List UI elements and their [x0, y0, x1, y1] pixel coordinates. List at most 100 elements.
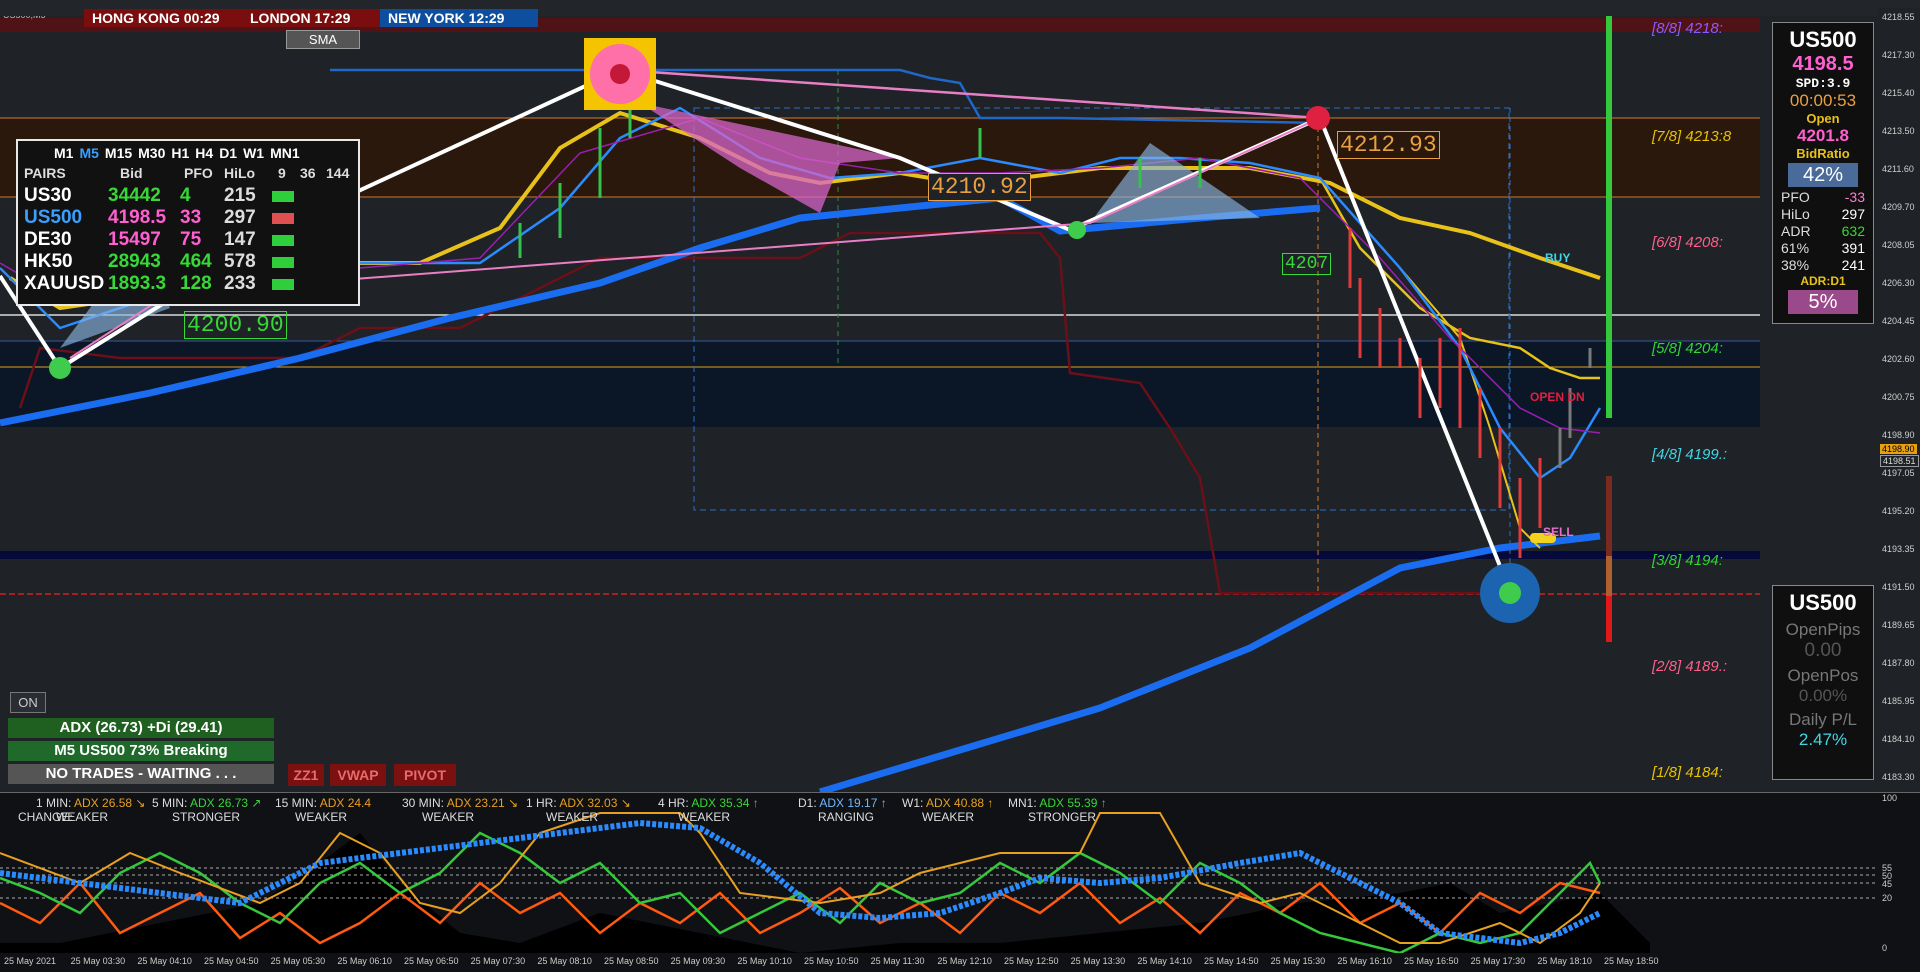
pl-symbol: US500	[1789, 590, 1857, 615]
pair-hilo: 215	[224, 185, 256, 206]
murrey-level-1: [7/8] 4213:8	[1652, 128, 1732, 145]
pair-row[interactable]: US30 34442 4 215	[24, 185, 354, 207]
price-label-mid: 4210.92	[928, 173, 1031, 201]
trend-cell	[272, 235, 294, 246]
timeframe-row: M1 M5 M15 M30 H1 H4 D1 W1 MN1	[54, 145, 306, 163]
adx-tf-0: 1 MIN: ADX 26.58 ↘	[36, 796, 145, 810]
sma-button[interactable]: SMA	[286, 30, 360, 49]
timeframe-3[interactable]: M30	[138, 145, 165, 161]
current-price-marker: 4198.90	[1880, 444, 1917, 454]
time-tick: 25 May 2021	[4, 956, 57, 966]
price-tick: 4213.50	[1882, 126, 1915, 136]
adx-value: ADX 55.39	[1039, 796, 1098, 810]
stat-row: HiLo 297	[1781, 206, 1865, 223]
pair-row[interactable]: HK50 28943 464 578	[24, 251, 354, 273]
time-tick: 25 May 07:30	[470, 956, 526, 966]
zz1-button[interactable]: ZZ1	[288, 764, 324, 786]
time-tick: 25 May 16:50	[1404, 956, 1459, 966]
stat-key: ADR	[1781, 223, 1811, 239]
adx-arrow-icon: ↑	[987, 796, 994, 810]
main-price-chart[interactable]: US500,M5 4200.90 4210.92 4212.93 4207 BU…	[0, 8, 1879, 792]
clock-2: NEW YORK 12:29	[380, 9, 538, 27]
adx-value: ADX 40.88	[926, 796, 985, 810]
adx-value: ADX 19.17	[819, 796, 878, 810]
stat-key: 61%	[1781, 240, 1810, 256]
symbol-info-panel: US500 4198.5 SPD:3.9 00:00:53 Open 4201.…	[1772, 22, 1874, 324]
adx-value: ADX 32.03	[559, 796, 618, 810]
adx-tf-7: W1: ADX 40.88 ↑	[902, 796, 993, 810]
stat-key: 38%	[1781, 257, 1810, 273]
pair-row[interactable]: XAUUSD 1893.3 128 233	[24, 273, 354, 295]
pl-openpos-label: OpenPos	[1787, 666, 1859, 685]
adx-state-5: WEAKER	[678, 810, 731, 824]
timeframe-2[interactable]: M15	[105, 145, 132, 161]
adx-arrow-icon: ↑	[880, 796, 887, 810]
info-bidratio-value: 42%	[1788, 163, 1858, 187]
adx-value: ADX 24.4	[319, 796, 372, 810]
vwap-button[interactable]: VWAP	[330, 764, 386, 786]
adx-tf-label: 15 MIN:	[275, 796, 318, 810]
time-tick: 25 May 11:30	[870, 956, 925, 966]
pair-bid: 15497	[108, 229, 161, 250]
pivot-button[interactable]: PIVOT	[394, 764, 456, 786]
price-tick: 4184.10	[1882, 734, 1915, 744]
time-tick: 25 May 13:30	[1070, 956, 1126, 966]
adx-value: ADX 35.34	[691, 796, 750, 810]
time-tick: 25 May 04:10	[137, 956, 192, 966]
adx-indicator-panel[interactable]: 1 MIN: ADX 26.58 ↘ WEAKER 5 MIN: ADX 26.73…	[0, 792, 1920, 972]
trend-cell	[272, 213, 294, 224]
pair-pfo: 128	[180, 273, 212, 294]
stat-value: 632	[1841, 223, 1865, 239]
timeframe-4[interactable]: H1	[171, 145, 189, 161]
timeframe-6[interactable]: D1	[219, 145, 237, 161]
time-tick: 25 May 06:10	[337, 956, 392, 966]
murrey-level-5: [3/8] 4194:	[1652, 552, 1723, 569]
info-adr-pct: 5%	[1788, 290, 1858, 314]
trend-cell	[272, 191, 294, 202]
time-tick: 25 May 10:50	[804, 956, 859, 966]
timeframe-5[interactable]: H4	[195, 145, 213, 161]
adx-tf-label: 5 MIN:	[152, 796, 188, 810]
murrey-level-6: [2/8] 4189.:	[1652, 658, 1728, 675]
price-tick: 4217.30	[1882, 50, 1915, 60]
change-label: CHANGE:	[18, 810, 73, 824]
adx-state-8: STRONGER	[1028, 810, 1097, 824]
adx-arrow-icon: ↗	[251, 796, 262, 810]
pairs-header: PAIRS Bid PFO HiLo 9 36 144	[24, 165, 350, 181]
adx-state-7: WEAKER	[922, 810, 975, 824]
pl-panel: US500 OpenPips 0.00 OpenPos 0.00% Daily …	[1772, 585, 1874, 780]
adx-tf-label: 4 HR:	[658, 796, 689, 810]
pair-row[interactable]: DE30 15497 75 147	[24, 229, 354, 251]
murrey-level-4: [4/8] 4199.:	[1652, 446, 1728, 463]
time-tick: 25 May 04:50	[204, 956, 259, 966]
info-bid: 4198.5	[1792, 53, 1854, 75]
indicator-tick: 45	[1882, 879, 1893, 889]
price-label-right: 4212.93	[1337, 131, 1440, 159]
time-tick: 25 May 12:10	[937, 956, 992, 966]
murrey-level-2: [6/8] 4208:	[1652, 234, 1723, 251]
price-tick: 4206.30	[1882, 278, 1915, 288]
price-tick: 4208.05	[1882, 240, 1915, 250]
price-tick: 4202.60	[1882, 354, 1915, 364]
pair-row[interactable]: US500 4198.5 33 297	[24, 207, 354, 229]
adx-tf-3: 30 MIN: ADX 23.21 ↘	[402, 796, 518, 810]
time-tick: 25 May 17:30	[1470, 956, 1526, 966]
pair-pfo: 4	[180, 185, 191, 206]
stat-value: 391	[1841, 240, 1865, 256]
on-toggle[interactable]: ON	[10, 692, 46, 713]
pl-openpips-value: 0.00	[1804, 640, 1842, 661]
time-tick: 25 May 08:50	[604, 956, 659, 966]
timeframe-0[interactable]: M1	[54, 145, 73, 161]
price-tick: 4183.30	[1882, 772, 1915, 782]
adx-state-6: RANGING	[818, 810, 875, 824]
timeframe-1[interactable]: M5	[79, 145, 98, 161]
adx-tf-4: 1 HR: ADX 32.03 ↘	[526, 796, 631, 810]
price-tick: 4185.95	[1882, 696, 1915, 706]
price-tick: 4211.60	[1882, 164, 1914, 174]
info-symbol: US500	[1789, 27, 1857, 52]
price-tick: 4198.90	[1882, 430, 1915, 440]
timeframe-7[interactable]: W1	[243, 145, 264, 161]
price-tick: 4189.65	[1882, 620, 1915, 630]
info-bidratio-label: BidRatio	[1796, 146, 1850, 161]
timeframe-8[interactable]: MN1	[270, 145, 300, 161]
